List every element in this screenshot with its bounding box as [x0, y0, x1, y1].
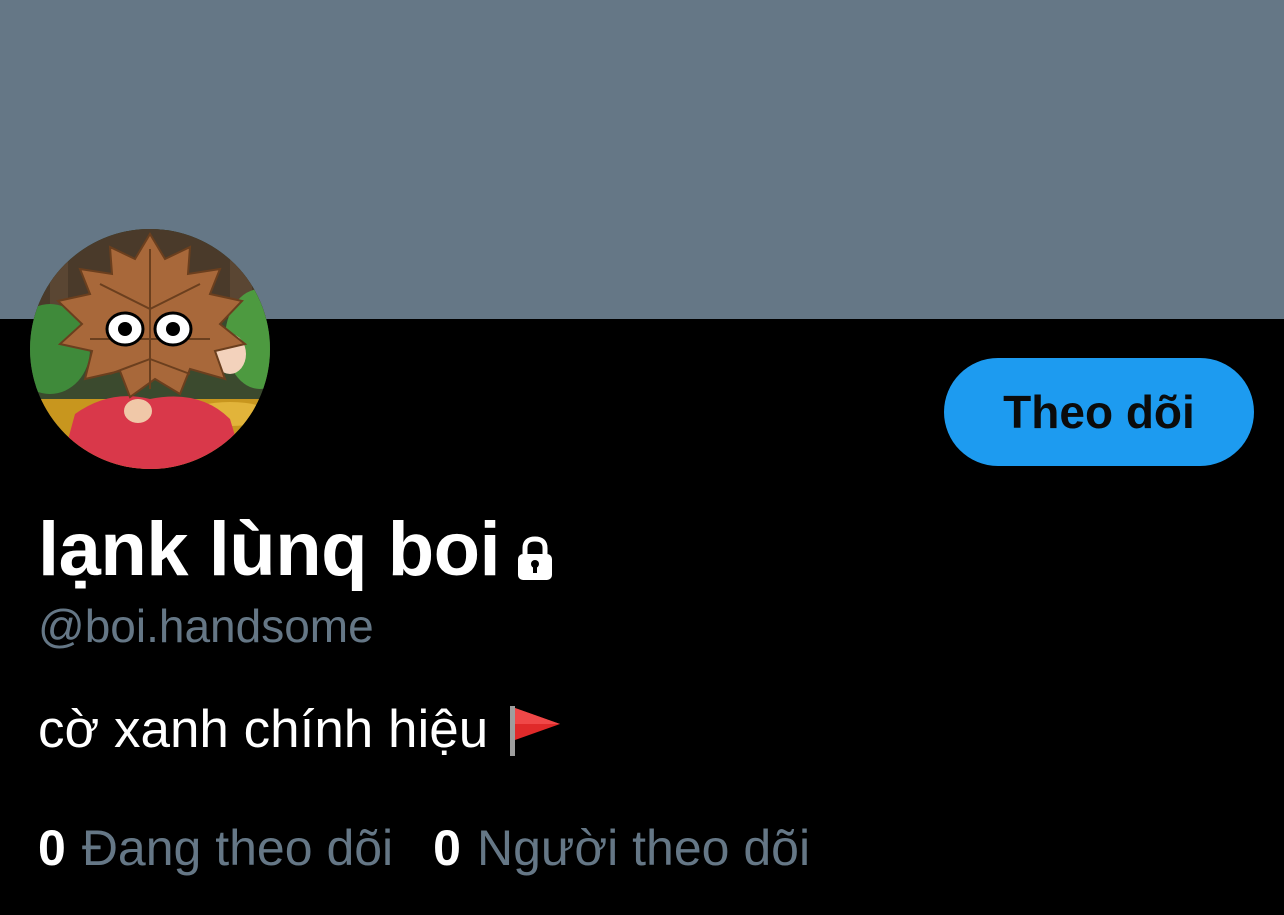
lock-icon — [510, 533, 560, 583]
following-label: Đang theo dõi — [81, 820, 394, 876]
bio-text: cờ xanh chính hiệu — [38, 700, 489, 759]
profile-page: Theo dõi lạnk lùnq boi @boi.handsome cờ … — [0, 0, 1284, 915]
followers-count: 0 — [433, 820, 461, 876]
followers-label: Người theo dõi — [476, 820, 811, 876]
profile-handle: @boi.handsome — [38, 600, 374, 652]
follow-button[interactable]: Theo dõi — [944, 358, 1254, 466]
profile-name-row: lạnk lùnq boi — [38, 500, 560, 600]
profile-bio: cờ xanh chính hiệu — [38, 695, 564, 765]
avatar-image — [30, 229, 270, 469]
followers-stat[interactable]: 0 Người theo dõi — [433, 815, 810, 881]
following-stat[interactable]: 0 Đang theo dõi — [38, 815, 393, 881]
display-name: lạnk lùnq boi — [38, 507, 501, 592]
following-count: 0 — [38, 820, 66, 876]
avatar[interactable] — [30, 229, 270, 469]
red-flag-icon — [506, 702, 564, 758]
profile-stats: 0 Đang theo dõi 0 Người theo dõi — [38, 815, 810, 881]
